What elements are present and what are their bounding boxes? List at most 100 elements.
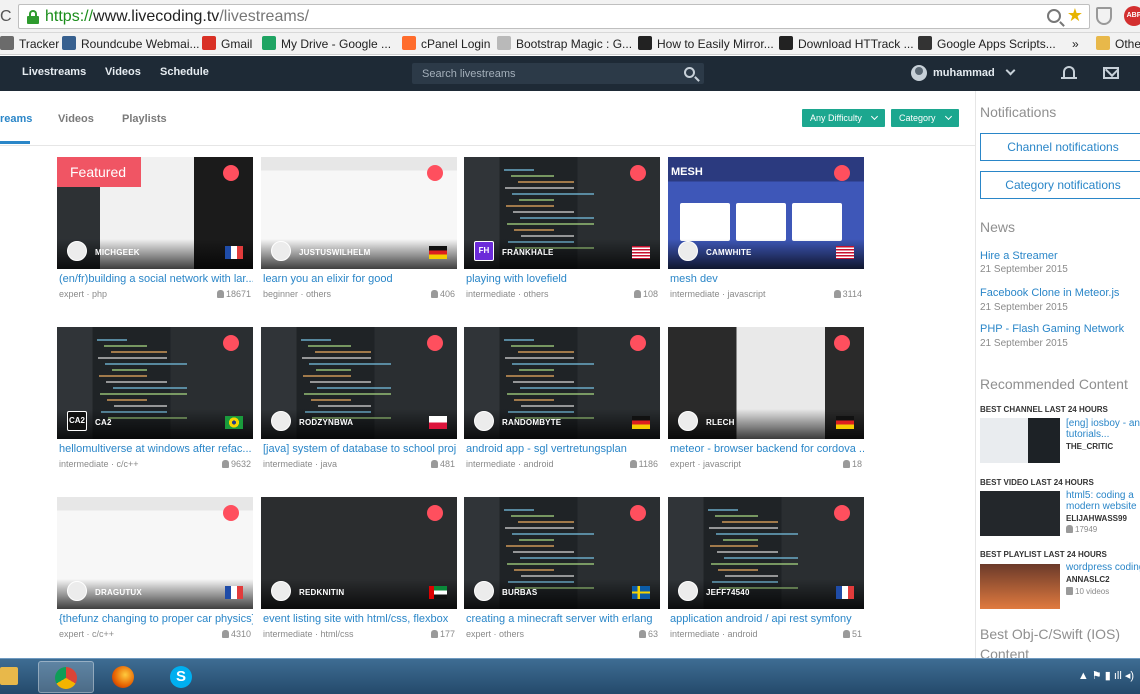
recommended-thumbnail[interactable]	[980, 418, 1060, 463]
streamer-avatar[interactable]	[271, 241, 291, 261]
stream-thumbnail[interactable]: JUSTUSWILHELM	[261, 157, 457, 269]
adblock-extension-icon[interactable]: ABP	[1124, 6, 1140, 26]
bookmark-item[interactable]: Roundcube Webmai...	[62, 36, 200, 52]
recommended-user[interactable]: ANNASLC2	[1066, 575, 1110, 584]
nav-videos[interactable]: Videos	[105, 66, 141, 78]
category-notifications-button[interactable]: Category notifications	[980, 171, 1140, 199]
bookmark-item[interactable]: How to Easily Mirror...	[638, 36, 774, 52]
channel-notifications-button[interactable]: Channel notifications	[980, 133, 1140, 161]
bookmark-item[interactable]: cPanel Login	[402, 36, 490, 52]
streamer-name[interactable]: MICHGEEK	[95, 248, 140, 257]
bookmark-item[interactable]: Gmail	[202, 36, 252, 52]
bookmark-item[interactable]: My Drive - Google ...	[262, 36, 391, 52]
streamer-name[interactable]: CAMWHITE	[706, 248, 752, 257]
stream-title[interactable]: creating a minecraft server with erlang	[466, 613, 660, 625]
stream-thumbnail[interactable]: FH FRANKHALE	[464, 157, 660, 269]
taskbar-chrome[interactable]	[38, 661, 94, 693]
news-link[interactable]: Hire a Streamer	[980, 250, 1058, 262]
taskbar-firefox[interactable]	[96, 661, 152, 693]
recommended-thumbnail[interactable]	[980, 491, 1060, 536]
bookmark-item[interactable]: »	[1072, 36, 1079, 52]
streamer-avatar[interactable]	[678, 241, 698, 261]
shield-extension-icon[interactable]	[1096, 7, 1112, 25]
stream-title[interactable]: playing with lovefield	[466, 273, 660, 285]
streamer-name[interactable]: FRANKHALE	[502, 248, 554, 257]
stream-thumbnail[interactable]: DRAGUTUX	[57, 497, 253, 609]
stream-title[interactable]: event listing site with html/css, flexbo…	[263, 613, 457, 625]
stream-title[interactable]: android app - sgl vertretungsplan	[466, 443, 660, 455]
bookmark-item[interactable]: Othe	[1096, 36, 1140, 52]
stream-thumbnail[interactable]: RANDOMBYTE	[464, 327, 660, 439]
stream-title[interactable]: [java] system of database to school proj…	[263, 443, 457, 455]
stream-thumbnail[interactable]: RLECH	[668, 327, 864, 439]
recommended-title[interactable]: html5: coding a modern website	[1066, 490, 1140, 512]
mail-icon[interactable]	[1103, 67, 1119, 79]
streamer-avatar[interactable]	[678, 581, 698, 601]
nav-livestreams[interactable]: Livestreams	[22, 66, 86, 78]
user-avatar[interactable]	[911, 65, 927, 81]
streamer-avatar[interactable]	[271, 411, 291, 431]
stream-title[interactable]: learn you an elixir for good	[263, 273, 457, 285]
tab-livestreams[interactable]: reams	[0, 113, 32, 125]
streamer-avatar[interactable]	[678, 411, 698, 431]
bell-icon[interactable]	[1061, 66, 1077, 79]
url-text[interactable]: https://www.livecoding.tv/livestreams/	[45, 8, 309, 26]
bookmark-star-icon[interactable]: ★	[1067, 5, 1083, 26]
stream-thumbnail[interactable]: JEFF74540	[668, 497, 864, 609]
stream-title[interactable]: application android / api rest symfony	[670, 613, 864, 625]
reload-icon[interactable]: C	[0, 8, 12, 26]
stream-thumbnail[interactable]: REDKNITIN	[261, 497, 457, 609]
recommended-title[interactable]: [eng] iosboy - an i tutorials...	[1066, 418, 1140, 440]
user-name[interactable]: muhammad	[933, 67, 995, 79]
stream-thumbnail[interactable]: BURBAS	[464, 497, 660, 609]
stream-thumbnail[interactable]: CA2 CA2	[57, 327, 253, 439]
streamer-avatar[interactable]: CA2	[67, 411, 87, 431]
search-input[interactable]	[412, 63, 672, 84]
recommended-thumbnail[interactable]	[980, 564, 1060, 609]
streamer-name[interactable]: JEFF74540	[706, 588, 750, 597]
category-filter[interactable]: Category	[891, 109, 959, 127]
stream-title[interactable]: {thefunz changing to proper car physics}	[59, 613, 253, 625]
streamer-avatar[interactable]	[474, 411, 494, 431]
bookmark-item[interactable]: Tracker	[0, 36, 59, 52]
recommended-title[interactable]: wordpress coding	[1066, 562, 1140, 573]
stream-title[interactable]: hellomultiverse at windows after refac..…	[59, 443, 253, 455]
tab-videos[interactable]: Videos	[58, 113, 94, 125]
streamer-avatar[interactable]	[271, 581, 291, 601]
streamer-name[interactable]: JUSTUSWILHELM	[299, 248, 371, 257]
url-bar[interactable]: https://www.livecoding.tv/livestreams/ ★	[18, 4, 1090, 29]
recommended-user[interactable]: ELIJAHWASS99	[1066, 514, 1127, 523]
taskbar-explorer[interactable]	[0, 661, 38, 693]
search-icon[interactable]	[684, 67, 695, 78]
stream-title[interactable]: meteor - browser backend for cordova ...	[670, 443, 864, 455]
streamer-avatar[interactable]	[67, 241, 87, 261]
stream-title[interactable]: mesh dev	[670, 273, 864, 285]
nav-schedule[interactable]: Schedule	[160, 66, 209, 78]
tab-playlists[interactable]: Playlists	[122, 113, 167, 125]
streamer-name[interactable]: RANDOMBYTE	[502, 418, 561, 427]
stream-thumbnail[interactable]: MESH CAMWHITE	[668, 157, 864, 269]
recommended-user[interactable]: THE_CRITIC	[1066, 442, 1113, 451]
news-link[interactable]: Facebook Clone in Meteor.js	[980, 287, 1119, 299]
streamer-name[interactable]: CA2	[95, 418, 112, 427]
streamer-name[interactable]: RLECH	[706, 418, 735, 427]
streamer-avatar[interactable]	[67, 581, 87, 601]
taskbar-skype[interactable]: S	[154, 661, 210, 693]
stream-thumbnail[interactable]: RODZYNBWA	[261, 327, 457, 439]
streamer-avatar[interactable]	[474, 581, 494, 601]
streamer-avatar[interactable]: FH	[474, 241, 494, 261]
difficulty-filter[interactable]: Any Difficulty	[802, 109, 885, 127]
streamer-name[interactable]: REDKNITIN	[299, 588, 344, 597]
chevron-down-icon[interactable]	[1005, 65, 1016, 76]
streamer-name[interactable]: BURBAS	[502, 588, 537, 597]
bookmark-item[interactable]: Download HTTrack ...	[779, 36, 914, 52]
news-link[interactable]: PHP - Flash Gaming Network	[980, 323, 1124, 335]
bookmark-item[interactable]: Google Apps Scripts...	[918, 36, 1056, 52]
zoom-icon[interactable]	[1047, 9, 1061, 23]
stream-thumbnail[interactable]: Featured MICHGEEK	[57, 157, 253, 269]
system-tray[interactable]: ▲ ⚑ ▮ ıll ◂)	[1078, 669, 1134, 682]
streamer-name[interactable]: DRAGUTUX	[95, 588, 142, 597]
bookmark-item[interactable]: Bootstrap Magic : G...	[497, 36, 632, 52]
stream-title[interactable]: (en/fr)building a social network with la…	[59, 273, 253, 285]
streamer-name[interactable]: RODZYNBWA	[299, 418, 353, 427]
